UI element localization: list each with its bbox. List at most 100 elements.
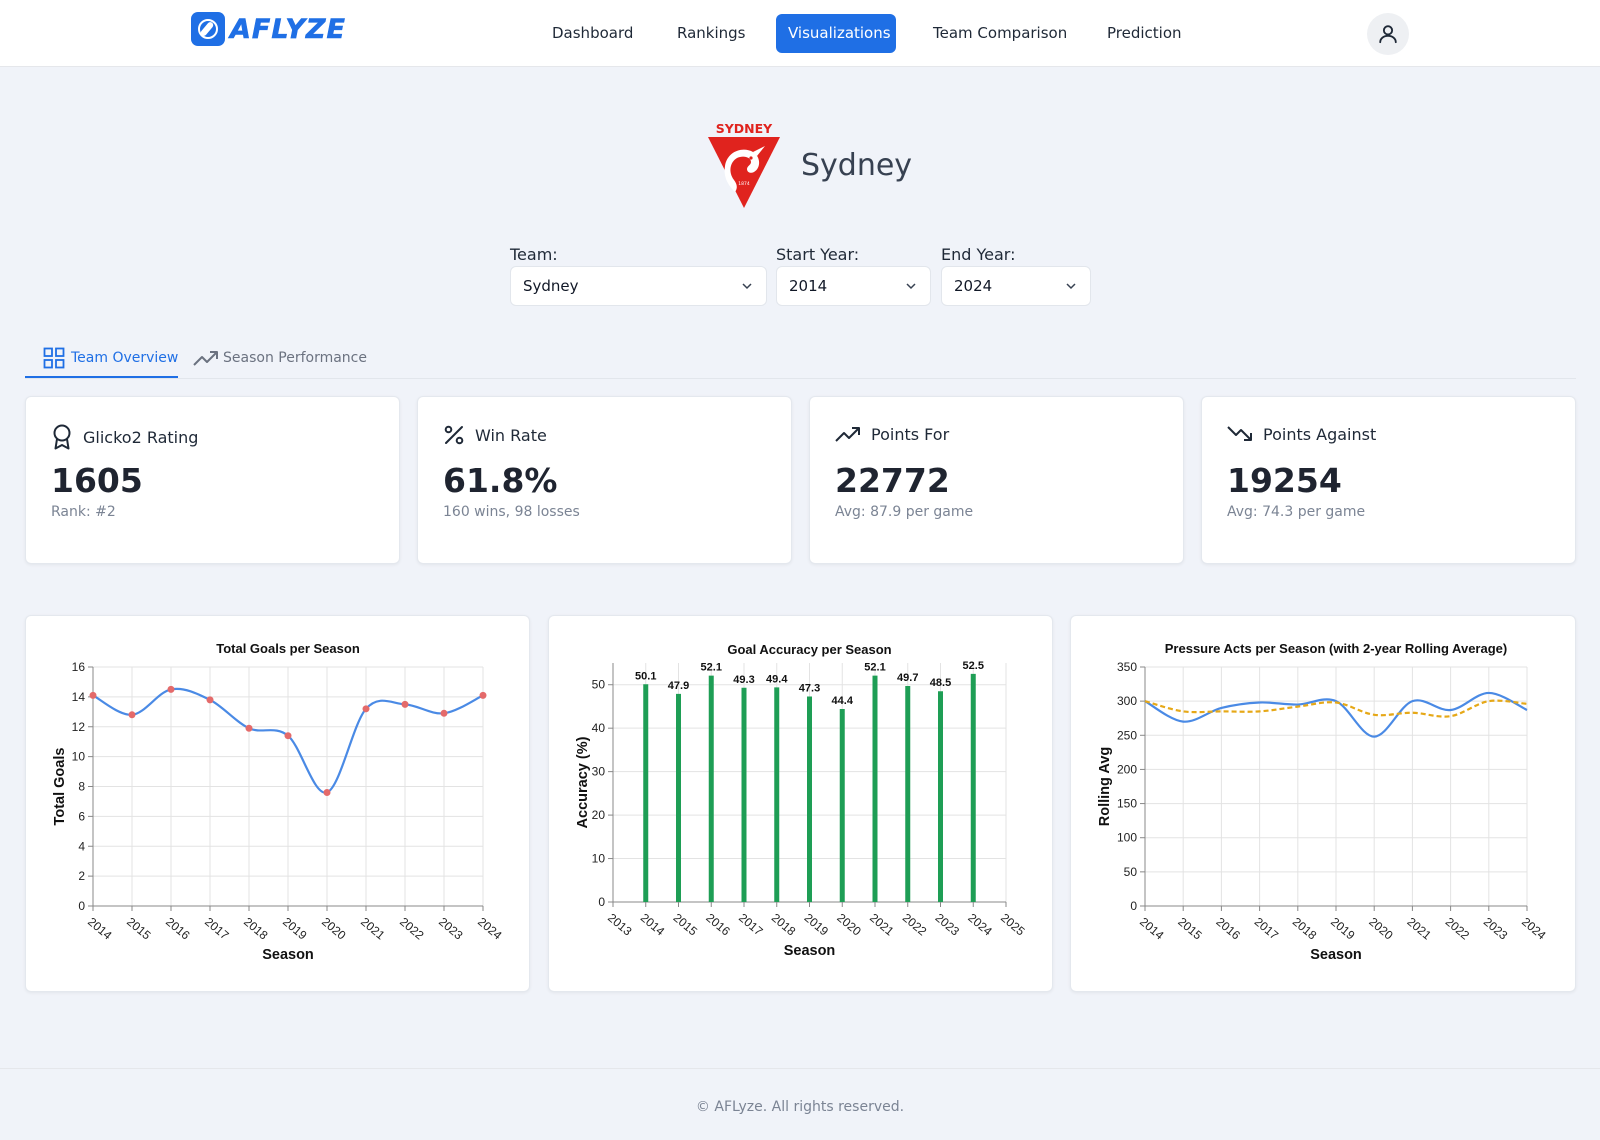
y-tick-label: 250 (1117, 728, 1137, 742)
y-tick-label: 40 (592, 721, 606, 735)
team-select[interactable]: Sydney (510, 266, 767, 306)
nav-prediction[interactable]: Prediction (1095, 14, 1194, 53)
data-point (362, 705, 370, 713)
x-tick-label: 2022 (1443, 915, 1473, 943)
chart-title: Pressure Acts per Season (with 2-year Ro… (1165, 641, 1507, 656)
stat-subtext: Rank: #2 (51, 504, 116, 520)
x-tick-label: 2018 (1290, 915, 1320, 943)
stat-value: 19254 (1227, 461, 1342, 500)
x-tick-label: 2025 (998, 911, 1028, 939)
data-label: 49.4 (766, 673, 788, 685)
trending-up-icon (193, 351, 218, 366)
stat-subtext: 160 wins, 98 losses (443, 504, 580, 520)
data-point (128, 711, 136, 719)
chart-title: Goal Accuracy per Season (727, 642, 891, 657)
x-tick-label: 2013 (605, 911, 635, 939)
brand-logo[interactable]: AFLYZE (191, 12, 346, 46)
stat-title: Win Rate (443, 424, 547, 446)
x-tick-label: 2020 (834, 911, 864, 939)
y-tick-label: 8 (78, 780, 85, 794)
x-tick-label: 2020 (1366, 915, 1396, 943)
x-tick-label: 2017 (202, 915, 232, 943)
data-label: 44.4 (832, 695, 854, 707)
team-filter-label: Team: (510, 245, 558, 264)
y-tick-label: 150 (1117, 797, 1137, 811)
stat-title-label: Points Against (1263, 424, 1377, 444)
chart-card-total-goals: Total Goals per Season 0 2 4 6 8 10 12 14 16 2014 2… (25, 615, 530, 992)
user-avatar-button[interactable] (1367, 13, 1409, 55)
x-tick-label: 2024 (965, 911, 995, 939)
stat-subtext: Avg: 74.3 per game (1227, 504, 1366, 520)
stat-title: Points Against (1227, 424, 1376, 444)
trending-down-icon (1227, 426, 1252, 441)
nav-visualizations[interactable]: Visualizations (776, 14, 896, 53)
x-axis-title: Season (262, 947, 314, 963)
y-tick-label: 0 (78, 899, 85, 913)
x-tick-label: 2024 (1519, 915, 1549, 943)
navbar: AFLYZE Dashboard Rankings Visualizations… (0, 0, 1600, 67)
stat-value: 22772 (835, 461, 950, 500)
tabs-divider (25, 378, 1576, 379)
end-year-select[interactable]: 2024 (941, 266, 1091, 306)
x-tick-label: 2023 (933, 911, 963, 939)
stat-card-win-rate: Win Rate 61.8% 160 wins, 98 losses (417, 396, 792, 564)
footer: © AFLyze. All rights reserved. (0, 1068, 1600, 1140)
tab-team-overview-label: Team Overview (71, 350, 179, 366)
nav-rankings[interactable]: Rankings (665, 14, 758, 53)
x-tick-label: 2017 (1252, 915, 1282, 943)
stat-title-label: Glicko2 Rating (83, 427, 199, 447)
data-label: 47.9 (668, 680, 689, 692)
y-tick-label: 12 (72, 720, 86, 734)
data-label: 50.1 (635, 670, 656, 682)
stat-card-points-for: Points For 22772 Avg: 87.9 per game (809, 396, 1184, 564)
data-point (401, 700, 409, 708)
data-point (89, 691, 97, 699)
y-tick-label: 100 (1117, 831, 1137, 845)
data-label: 49.3 (733, 674, 754, 686)
data-point (206, 696, 214, 704)
data-label: 52.1 (864, 662, 885, 674)
y-axis-title: Total Goals (52, 748, 68, 826)
award-icon (53, 424, 71, 450)
x-tick-label: 2015 (671, 911, 701, 939)
y-tick-label: 6 (78, 809, 85, 823)
x-tick-label: 2018 (241, 915, 271, 943)
x-tick-label: 2019 (802, 911, 832, 939)
nav-dashboard[interactable]: Dashboard (540, 14, 645, 53)
pressure-acts-chart: Pressure Acts per Season (with 2-year Ro… (1097, 641, 1549, 963)
nav-team-comparison[interactable]: Team Comparison (921, 14, 1079, 53)
y-tick-label: 16 (72, 660, 86, 674)
x-tick-label: 2022 (397, 915, 427, 943)
end-year-label: End Year: (941, 245, 1016, 264)
x-tick-label: 2019 (1328, 915, 1358, 943)
team-logo-year: 1874 (738, 181, 750, 187)
football-icon (191, 12, 225, 46)
stat-card-points-against: Points Against 19254 Avg: 74.3 per game (1201, 396, 1576, 564)
tab-season-performance[interactable]: Season Performance (193, 339, 367, 377)
start-year-select[interactable]: 2014 (776, 266, 931, 306)
team-select-value: Sydney (523, 277, 579, 295)
team-logo: SYDNEY 1874 (708, 122, 780, 208)
data-point (245, 724, 253, 732)
team-name: Sydney (801, 148, 913, 183)
x-tick-label: 2020 (319, 915, 349, 943)
data-point (167, 685, 175, 693)
y-tick-label: 30 (592, 765, 606, 779)
x-tick-label: 2024 (475, 915, 505, 943)
y-tick-label: 50 (592, 678, 606, 692)
data-point (323, 788, 331, 796)
x-tick-label: 2021 (1404, 915, 1434, 943)
x-axis-title: Season (1310, 947, 1362, 963)
tab-team-overview[interactable]: Team Overview (43, 339, 178, 377)
y-tick-label: 0 (598, 895, 605, 909)
x-tick-label: 2023 (1481, 915, 1511, 943)
stat-title: Points For (835, 424, 949, 444)
footer-copyright: © AFLyze. All rights reserved. (695, 1099, 905, 1115)
y-tick-label: 2 (78, 869, 85, 883)
chart-card-pressure-acts: Pressure Acts per Season (with 2-year Ro… (1070, 615, 1576, 992)
chevron-down-icon (1066, 283, 1076, 290)
y-tick-label: 14 (72, 690, 86, 704)
chevron-down-icon (906, 283, 916, 290)
y-tick-label: 4 (78, 839, 85, 853)
x-axis-title: Season (784, 943, 836, 959)
